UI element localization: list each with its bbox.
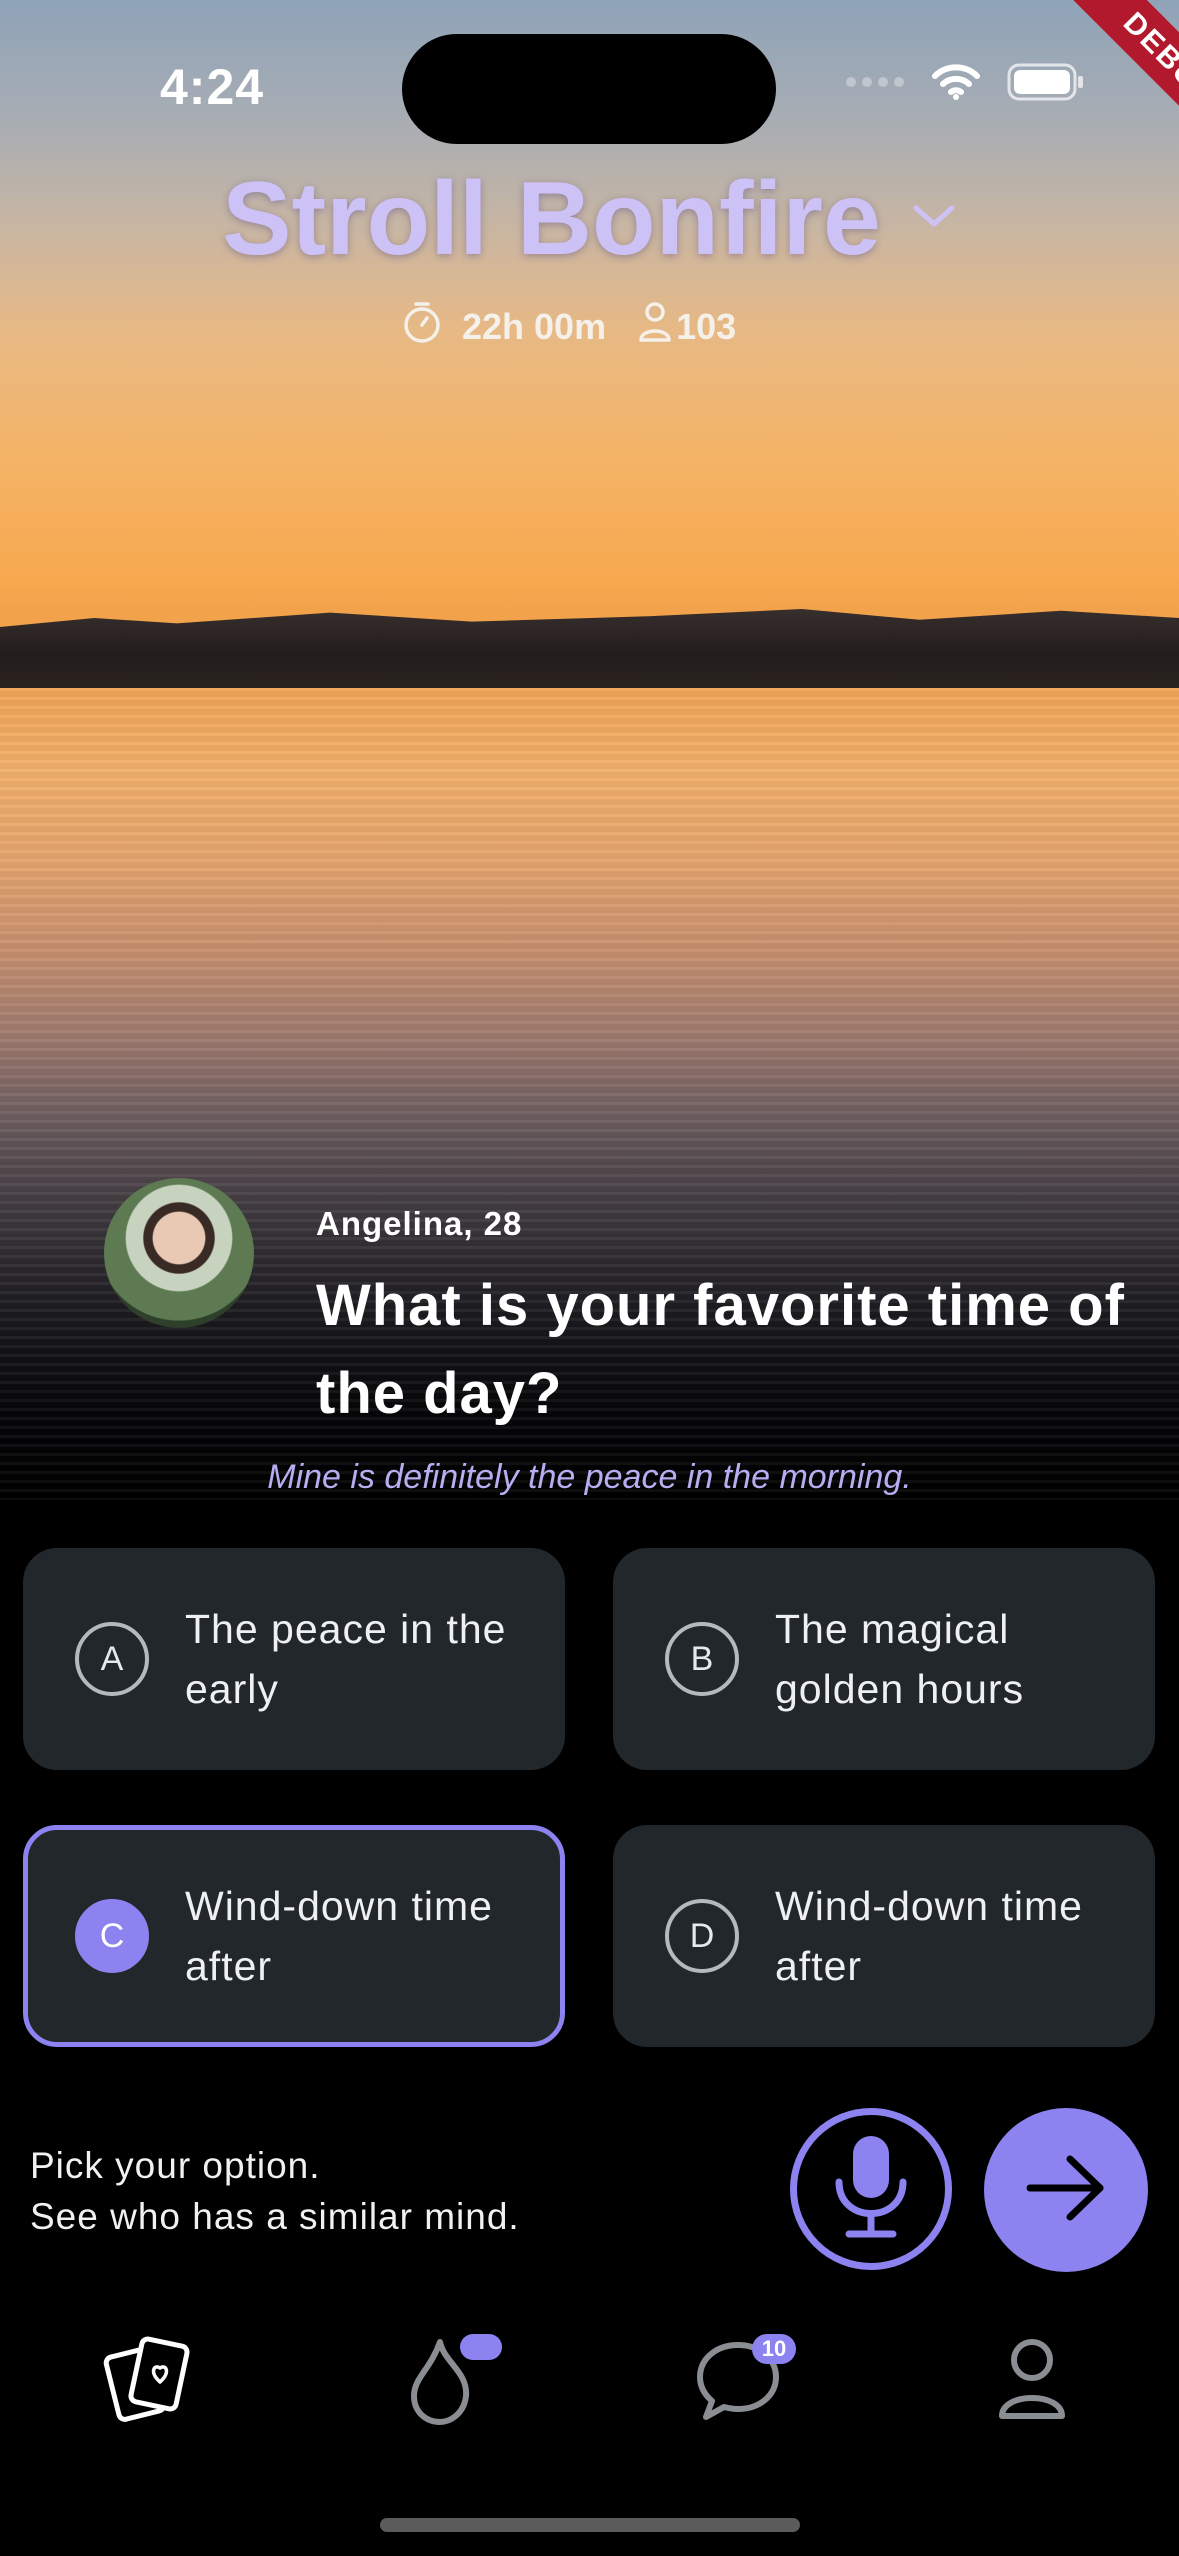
tab-bar: 10: [0, 2320, 1179, 2440]
option-text: Wind-down time after: [775, 1883, 1083, 1989]
title-dropdown[interactable]: Stroll Bonfire: [0, 160, 1179, 279]
option-a[interactable]: A The peace in the early: [23, 1548, 565, 1770]
wifi-icon: [931, 63, 981, 106]
timer-icon: [400, 300, 444, 353]
participant-count: 103: [676, 305, 737, 347]
tab-profile[interactable]: [972, 2320, 1092, 2440]
chevron-down-icon: [911, 202, 957, 237]
dynamic-island: [402, 34, 776, 144]
question-text: What is your favorite time of the day?: [316, 1273, 1125, 1426]
profile-icon: [992, 2330, 1072, 2431]
home-indicator[interactable]: [380, 2518, 800, 2532]
option-letter: C: [75, 1899, 149, 1973]
microphone-icon: [831, 2132, 911, 2247]
chats-badge: 10: [752, 2334, 796, 2364]
avatar[interactable]: [104, 1178, 254, 1328]
battery-icon: [1007, 62, 1085, 107]
cards-icon: [98, 2330, 198, 2431]
person-icon: [638, 301, 672, 352]
session-meta: 22h 00m 103: [400, 300, 736, 353]
tab-bonfire[interactable]: [380, 2320, 502, 2440]
asker-answer: Mine is definitely the peace in the morn…: [267, 1458, 912, 1496]
page-title: Stroll Bonfire: [222, 161, 881, 277]
signal-icon: [845, 75, 905, 94]
pick-hint-line1: Pick your option.: [30, 2145, 321, 2186]
tab-chats[interactable]: 10: [678, 2320, 798, 2440]
bonfire-badge: [460, 2334, 502, 2360]
option-text: The magical golden hours: [775, 1606, 1025, 1712]
tab-cards[interactable]: [88, 2320, 208, 2440]
pick-hint: Pick your option. See who has a similar …: [30, 2140, 520, 2242]
mic-button[interactable]: [790, 2108, 952, 2270]
option-b[interactable]: B The magical golden hours: [613, 1548, 1155, 1770]
option-c[interactable]: C Wind-down time after: [23, 1825, 565, 2047]
option-d[interactable]: D Wind-down time after: [613, 1825, 1155, 2047]
option-text: The peace in the early: [185, 1606, 507, 1712]
pick-hint-line2: See who has a similar mind.: [30, 2196, 520, 2237]
option-letter: B: [665, 1622, 739, 1696]
option-letter: A: [75, 1622, 149, 1696]
option-letter: D: [665, 1899, 739, 1973]
status-time: 4:24: [160, 59, 265, 115]
next-button[interactable]: [984, 2108, 1148, 2272]
status-icons: [845, 62, 1085, 107]
timer-value: 22h 00m: [462, 305, 607, 347]
asker-name: Angelina, 28: [316, 1205, 523, 1242]
arrow-right-icon: [1024, 2153, 1108, 2228]
option-text: Wind-down time after: [185, 1883, 493, 1989]
